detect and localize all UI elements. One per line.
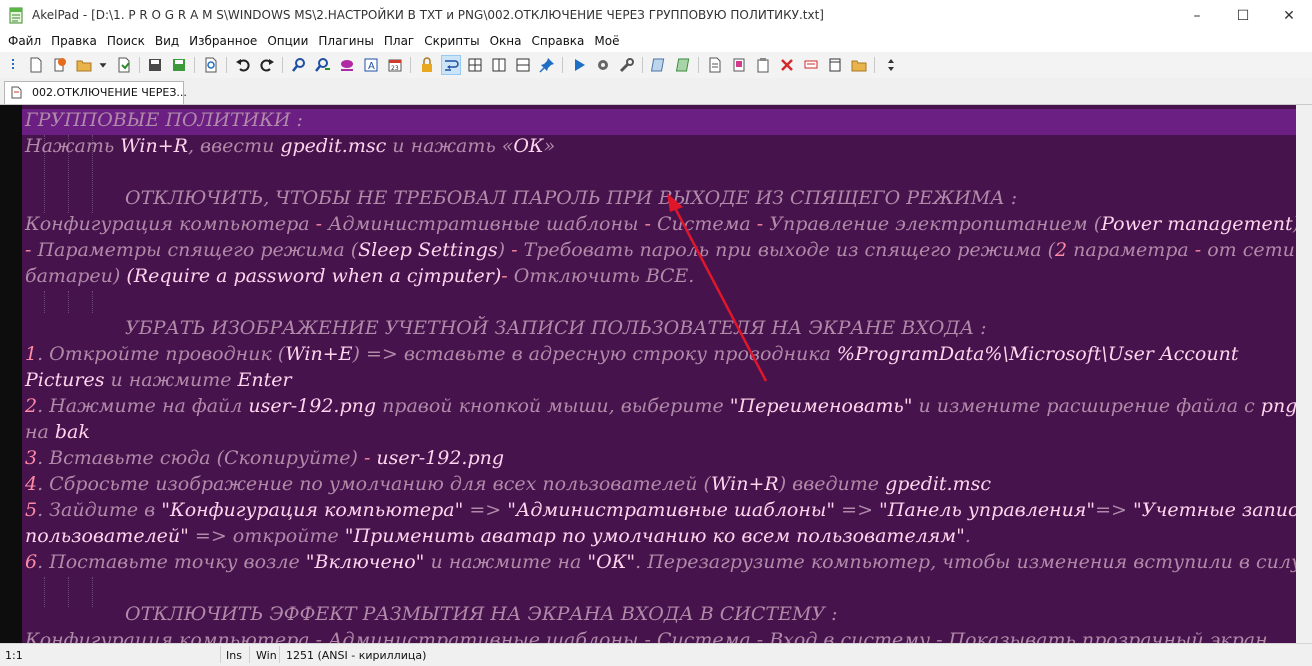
menu-search[interactable]: Поиск [103, 32, 150, 50]
text-editor[interactable]: ГРУППОВЫЕ ПОЛИТИКИ : Нажать Win+R, ввест… [0, 105, 1312, 643]
tab-bar: 002.ОТКЛЮЧЕНИЕ ЧЕРЕЗ... [0, 78, 1312, 105]
akelpad-app-icon [9, 7, 23, 24]
split-horizontal-icon[interactable] [489, 55, 509, 75]
editor-margin [0, 105, 22, 643]
editor-line: 3. Вставьте сюда (Скопируйте) - user-192… [25, 447, 505, 469]
more-options-icon[interactable] [881, 55, 901, 75]
comment-icon[interactable] [801, 55, 821, 75]
codepage[interactable]: 1251 (ANSI - кириллица) [286, 649, 426, 662]
drag-grip-icon[interactable] [4, 55, 24, 75]
editor-line: ГРУППОВЫЕ ПОЛИТИКИ : [25, 109, 303, 131]
editor-line: - Параметры спящего режима (Sleep Settin… [25, 239, 1312, 261]
menu-scripts[interactable]: Скрипты [420, 32, 484, 50]
copy-page-icon[interactable] [649, 55, 669, 75]
save-icon[interactable] [145, 55, 165, 75]
status-bar: 1:1 Ins Win 1251 (ANSI - кириллица) [0, 643, 1312, 666]
columns-icon[interactable] [825, 55, 845, 75]
svg-text:A: A [368, 61, 375, 72]
indent-guide [68, 577, 69, 607]
save-all-icon[interactable] [169, 55, 189, 75]
text-file-icon [11, 86, 22, 99]
editor-line: 1. Откройте проводник (Win+E) => вставьт… [25, 343, 1239, 365]
lock-icon[interactable] [417, 55, 437, 75]
undo-icon[interactable] [233, 55, 253, 75]
run-script-icon[interactable] [569, 55, 589, 75]
find-replace-icon[interactable] [313, 55, 333, 75]
split-view-icon[interactable] [465, 55, 485, 75]
delete-icon[interactable] [777, 55, 797, 75]
menu-options[interactable]: Опции [263, 32, 313, 50]
print-preview-icon[interactable] [201, 55, 221, 75]
cursor-position: 1:1 [5, 649, 23, 662]
editor-line: 4. Сбросьте изображение по умолчанию для… [25, 473, 991, 495]
editor-line: Конфигурация компьютера - Административн… [25, 629, 1268, 643]
tools-icon[interactable] [617, 55, 637, 75]
pin-icon[interactable] [537, 55, 557, 75]
editor-line: 2. Нажмите на файл user-192.png правой к… [25, 395, 1298, 417]
indent-guide [44, 291, 45, 313]
editor-line: пользователей" => откройте "Применить ав… [25, 525, 971, 547]
document-properties-icon[interactable] [114, 55, 134, 75]
find-highlight-icon[interactable] [337, 55, 357, 75]
menu-favourites[interactable]: Избранное [185, 32, 262, 50]
menu-file[interactable]: Файл [4, 32, 46, 50]
editor-line: на bak [25, 421, 90, 443]
menu-bar: Файл Правка Поиск Вид Избранное Опции Пл… [0, 32, 1312, 50]
find-icon[interactable] [289, 55, 309, 75]
menu-mine[interactable]: Моё [590, 32, 624, 50]
editor-heading: ОТКЛЮЧИТЬ, ЧТОБЫ НЕ ТРЕБОВАЛ ПАРОЛЬ ПРИ … [125, 187, 1018, 209]
editor-line: Pictures и нажмите Enter [25, 369, 292, 391]
bookmarks-icon[interactable] [729, 55, 749, 75]
insert-mode[interactable]: Ins [226, 649, 242, 662]
open-plugins-folder-icon[interactable] [849, 55, 869, 75]
editor-line: Нажать Win+R, ввести gpedit.msc и нажать… [25, 135, 556, 157]
split-vertical-icon[interactable] [513, 55, 533, 75]
menu-windows[interactable]: Окна [486, 32, 527, 50]
open-recent-icon[interactable] [50, 55, 70, 75]
tab-label: 002.ОТКЛЮЧЕНИЕ ЧЕРЕЗ... [32, 86, 187, 99]
indent-guide [92, 291, 93, 313]
close-button[interactable]: ✕ [1266, 0, 1312, 32]
settings-gear-icon[interactable] [593, 55, 613, 75]
insert-text-icon[interactable] [705, 55, 725, 75]
open-dropdown-icon[interactable] [96, 55, 110, 75]
menu-view[interactable]: Вид [151, 32, 184, 50]
editor-line: 5. Зайдите в "Конфигурация компьютера" =… [25, 499, 1311, 521]
editor-heading: УБРАТЬ ИЗОБРАЖЕНИЕ УЧЕТНОЙ ЗАПИСИ ПОЛЬЗО… [125, 317, 987, 339]
editor-line: 6. Поставьте точку возле "Включено" и на… [25, 551, 1302, 573]
menu-plugins[interactable]: Плагины [314, 32, 378, 50]
menu-help[interactable]: Справка [528, 32, 590, 50]
calendar-icon[interactable]: 23 [385, 55, 405, 75]
vertical-scrollbar[interactable] [1296, 105, 1312, 643]
new-file-icon[interactable] [26, 55, 46, 75]
newline-format[interactable]: Win [256, 649, 277, 662]
menu-edit[interactable]: Правка [47, 32, 102, 50]
editor-line: Конфигурация компьютера - Административн… [25, 213, 1300, 235]
paste-page-icon[interactable] [673, 55, 693, 75]
indent-guide [68, 291, 69, 313]
menu-plug[interactable]: Плаг [380, 32, 419, 50]
tab-document[interactable]: 002.ОТКЛЮЧЕНИЕ ЧЕРЕЗ... [4, 81, 187, 104]
clipboard-icon[interactable] [753, 55, 773, 75]
toolbar: A 23 [0, 52, 1312, 79]
maximize-button[interactable]: ☐ [1220, 0, 1266, 32]
editor-line: батареи) (Require a password when a cjmp… [25, 265, 695, 287]
indent-guide [92, 577, 93, 607]
text-case-icon[interactable]: A [361, 55, 381, 75]
window-title: AkelPad - [D:\1. P R O G R A M S\WINDOWS… [32, 8, 824, 22]
title-bar: AkelPad - [D:\1. P R O G R A M S\WINDOWS… [0, 0, 1312, 32]
open-folder-icon[interactable] [74, 55, 94, 75]
indent-guide [44, 577, 45, 607]
word-wrap-icon[interactable] [441, 55, 461, 75]
minimize-button[interactable]: – [1174, 0, 1220, 32]
redo-icon[interactable] [257, 55, 277, 75]
svg-text:23: 23 [391, 65, 399, 72]
editor-heading: ОТКЛЮЧИТЬ ЭФФЕКТ РАЗМЫТИЯ НА ЭКРАНА ВХОД… [125, 603, 838, 625]
